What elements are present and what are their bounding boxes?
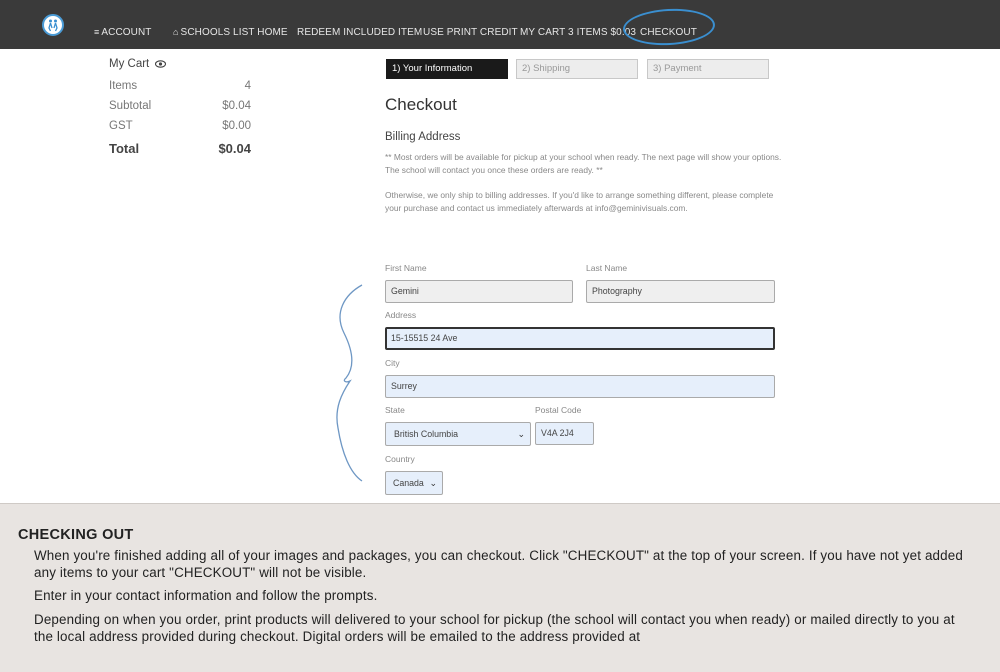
address-field[interactable]: 15-15515 24 Ave [385,327,775,350]
state-select-value: British Columbia [394,429,459,439]
last-name-field[interactable]: Photography [586,280,775,303]
first-name-field[interactable]: Gemini [385,280,573,303]
cart-row-items: Items 4 [109,80,251,92]
postal-code-field[interactable]: V4A 2J4 [535,422,594,445]
instructions-paragraph: When you're finished adding all of your … [34,548,963,580]
menu-icon: ≡ [94,27,100,37]
cart-title-row[interactable]: My Cart [109,58,251,70]
nav-schools-list-home-link[interactable]: ⌂ SCHOOLS LIST HOME [173,27,288,38]
cart-row-gst: GST $0.00 [109,120,251,132]
cart-total-label: Total [109,141,140,156]
country-label: Country [385,454,415,464]
page-title: Checkout [385,95,457,114]
nav-print-credit-link[interactable]: USE PRINT CREDIT [423,27,518,38]
cart-row-label: Items [109,80,138,92]
nav-account-link[interactable]: ≡ ACCOUNT [94,27,152,38]
step-shipping[interactable]: 2) Shipping [516,59,638,79]
cart-row-total: Total $0.04 [109,141,251,156]
cart-row-label: GST [109,120,133,132]
city-label: City [385,358,400,368]
step-payment[interactable]: 3) Payment [647,59,769,79]
instructions-paragraph: Depending on when you order, print produ… [34,612,955,644]
cart-summary: My Cart Items 4 Subtotal $0.04 GST $0.00… [109,58,251,156]
state-select[interactable]: British Columbia ⌄ [385,422,531,446]
step-your-information[interactable]: 1) Your Information [386,59,508,79]
pickup-note: ** Most orders will be available for pic… [385,152,782,175]
cart-row-label: Subtotal [109,100,152,112]
eye-icon[interactable] [155,60,167,68]
cart-row-value: $0.04 [222,100,251,112]
city-field[interactable]: Surrey [385,375,775,398]
gemini-logo-icon[interactable] [42,14,64,36]
instructions-title: CHECKING OUT [18,527,134,543]
cart-title: My Cart [109,58,150,70]
top-nav-bar: ≡ ACCOUNT ⌂ SCHOOLS LIST HOME REDEEM INCLU… [0,0,1000,49]
address-label: Address [385,310,417,320]
country-select-value: Canada [393,478,424,488]
first-name-label: First Name [385,263,427,273]
instructions-paragraph: Enter in your contact information and fo… [34,588,378,603]
billing-address-heading: Billing Address [385,131,461,143]
nav-account-label: ACCOUNT [101,27,152,38]
state-label: State [385,405,405,415]
cart-total-value: $0.04 [218,141,251,156]
instructions-panel: CHECKING OUT When you're finished adding… [0,503,1000,672]
cart-row-value: $0.00 [222,120,251,132]
shipping-note: Otherwise, we only ship to billing addre… [385,190,774,213]
chevron-down-icon: ⌄ [429,478,437,488]
postal-code-label: Postal Code [535,405,582,415]
curly-bracket-annotation [336,284,363,482]
cart-row-value: 4 [244,80,251,92]
last-name-label: Last Name [586,263,628,273]
country-select[interactable]: Canada ⌄ [385,471,443,495]
cart-row-subtotal: Subtotal $0.04 [109,100,251,112]
nav-schools-list-home-label: SCHOOLS LIST HOME [180,27,288,38]
home-icon: ⌂ [173,27,179,37]
checkout-highlight-circle [622,6,716,48]
nav-redeem-link[interactable]: REDEEM INCLUDED ITEM [297,27,422,38]
nav-my-cart-link[interactable]: MY CART 3 ITEMS $0.03 [520,27,636,38]
chevron-down-icon: ⌄ [517,429,525,439]
